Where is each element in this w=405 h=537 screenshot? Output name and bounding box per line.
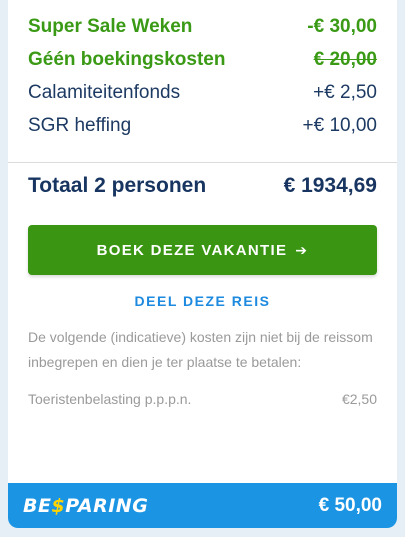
dollar-icon: $ [51, 494, 66, 517]
savings-banner: BE$PARING € 50,00 [8, 483, 397, 528]
book-vacation-label: BOEK DEZE VAKANTIE [96, 241, 288, 259]
total-label: Totaal 2 personen [28, 174, 207, 197]
price-line-super-sale: Super Sale Weken -€ 30,00 [28, 10, 377, 43]
share-trip-link[interactable]: DEEL DEZE REIS [8, 293, 397, 309]
logo-part: BE [23, 494, 52, 517]
price-line-label: SGR heffing [28, 114, 132, 136]
price-line-value: € 20,00 [313, 48, 377, 70]
price-line-sgr-levy: SGR heffing +€ 10,00 [28, 109, 377, 142]
price-line-label: Calamiteitenfonds [28, 81, 181, 103]
price-line-value: +€ 10,00 [302, 114, 378, 136]
price-lines: Super Sale Weken -€ 30,00 Géén boekingsk… [8, 0, 397, 142]
price-line-value: +€ 2,50 [313, 81, 377, 103]
arrow-right-icon: ➔ [295, 241, 309, 258]
price-line-label: Géén boekingskosten [28, 48, 226, 70]
tourist-tax-label: Toeristenbelasting p.p.p.n. [28, 391, 192, 407]
total-value: € 1934,69 [283, 174, 377, 197]
price-summary-panel: Super Sale Weken -€ 30,00 Géén boekingsk… [8, 0, 397, 528]
book-vacation-button[interactable]: BOEK DEZE VAKANTIE ➔ [28, 225, 377, 275]
price-line-booking-costs: Géén boekingskosten € 20,00 [28, 43, 377, 76]
price-line-value: -€ 30,00 [307, 15, 377, 37]
tourist-tax-row: Toeristenbelasting p.p.p.n. €2,50 [28, 391, 377, 407]
logo-part: PARING [65, 494, 149, 517]
tourist-tax-value: €2,50 [341, 391, 377, 407]
total-row: Totaal 2 personen € 1934,69 [8, 163, 397, 209]
besparing-logo: BE$PARING [23, 495, 148, 517]
price-line-label: Super Sale Weken [28, 15, 193, 37]
extra-costs-note: De volgende (indicatieve) kosten zijn ni… [28, 329, 373, 370]
savings-amount: € 50,00 [318, 494, 382, 516]
price-line-calamity-fund: Calamiteitenfonds +€ 2,50 [28, 76, 377, 109]
